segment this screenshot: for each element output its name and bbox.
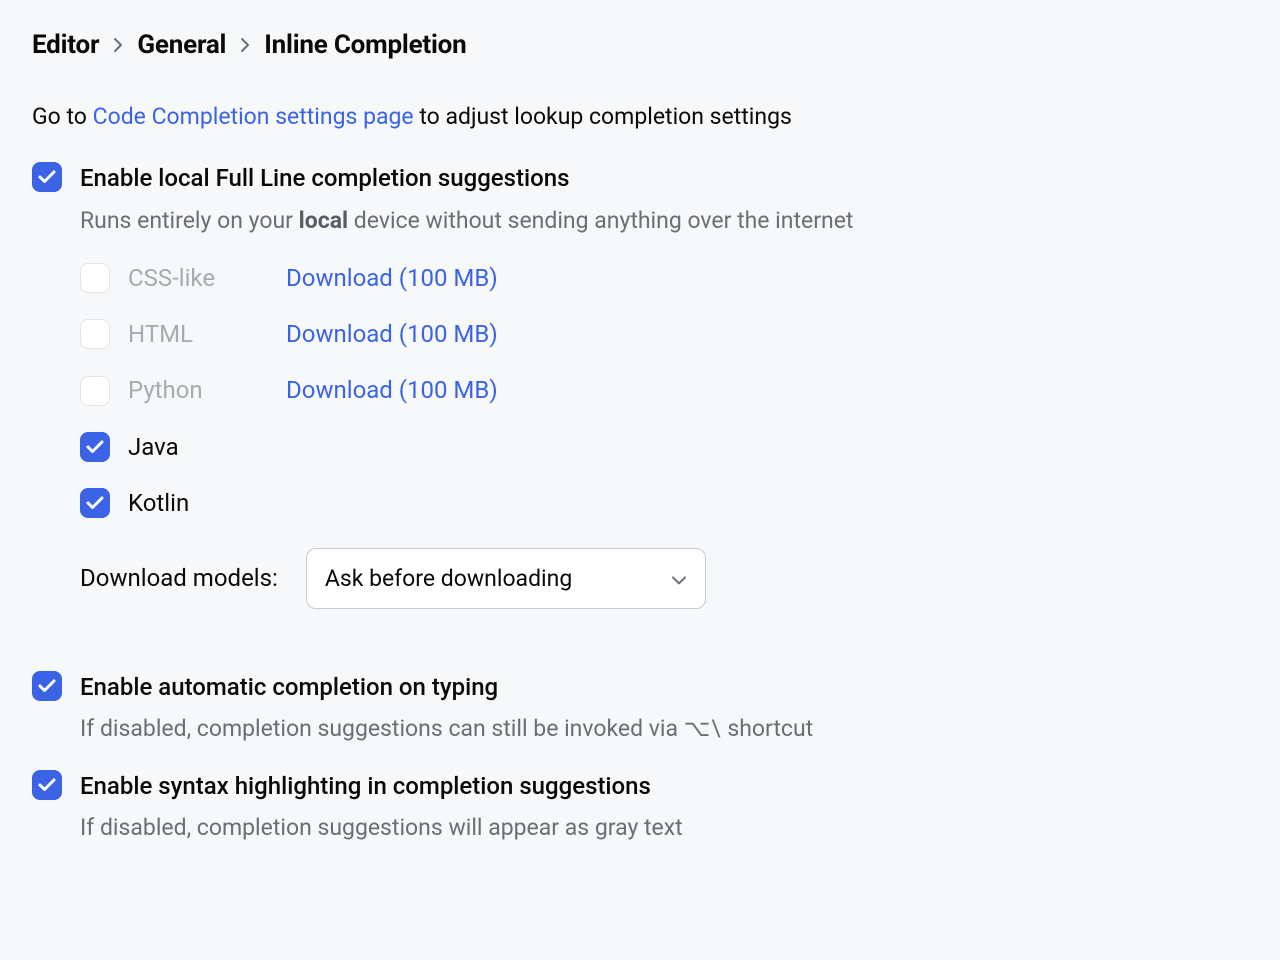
lang-java-checkbox[interactable] [80,432,110,462]
syntax-hl-desc: If disabled, completion suggestions will… [80,812,1248,843]
chevron-right-icon [113,33,123,60]
lang-css-label: CSS-like [128,262,268,294]
syntax-hl-label: Enable syntax highlighting in completion… [80,770,1248,802]
lang-html-checkbox [80,319,110,349]
chevron-right-icon [240,33,250,60]
intro-post: to adjust lookup completion settings [414,103,792,130]
lang-html-download-link[interactable]: Download (100 MB) [286,318,498,350]
download-models-select[interactable]: Ask before downloading [306,548,706,609]
syntax-hl-checkbox[interactable] [32,770,62,800]
intro-pre: Go to [32,103,93,130]
lang-java-label: Java [128,431,268,463]
auto-typing-desc: If disabled, completion suggestions can … [80,713,1248,744]
shortcut-text: ⌥\ [684,715,722,742]
breadcrumb-current: Inline Completion [264,28,466,63]
auto-typing-checkbox[interactable] [32,671,62,701]
lang-kotlin-checkbox[interactable] [80,488,110,518]
breadcrumb-editor[interactable]: Editor [32,28,99,63]
full-line-desc: Runs entirely on your local device witho… [80,205,1248,236]
code-completion-settings-link[interactable]: Code Completion settings page [93,103,414,130]
chevron-down-icon [671,563,687,594]
auto-typing-label: Enable automatic completion on typing [80,671,1248,703]
intro-text: Go to Code Completion settings page to a… [32,101,1248,132]
breadcrumb-general[interactable]: General [137,28,226,63]
lang-css-checkbox [80,263,110,293]
download-models-label: Download models: [80,562,278,594]
full-line-label: Enable local Full Line completion sugges… [80,162,1248,194]
lang-python-checkbox [80,376,110,406]
lang-python-label: Python [128,374,268,406]
lang-html-label: HTML [128,318,268,350]
lang-python-download-link[interactable]: Download (100 MB) [286,374,498,406]
lang-css-download-link[interactable]: Download (100 MB) [286,262,498,294]
breadcrumb: Editor General Inline Completion [32,28,1248,63]
download-models-value: Ask before downloading [325,565,572,592]
full-line-checkbox[interactable] [32,162,62,192]
lang-kotlin-label: Kotlin [128,487,268,519]
